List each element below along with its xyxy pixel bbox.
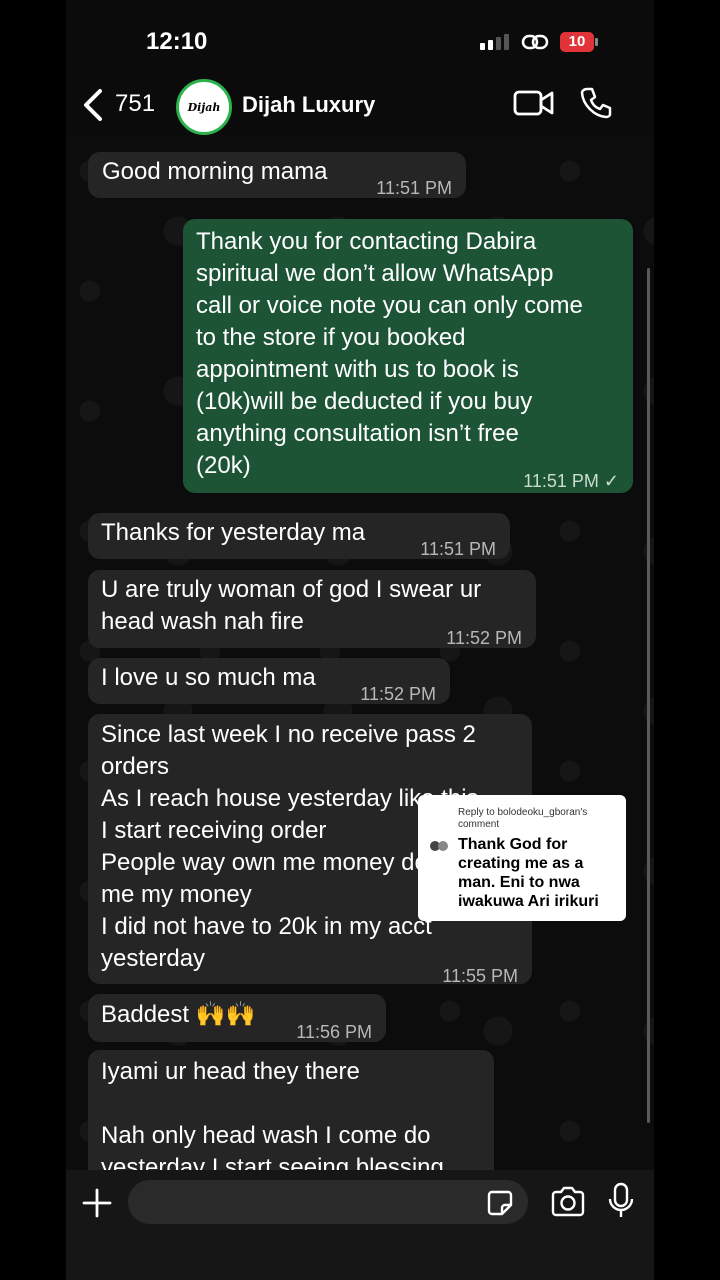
contact-name[interactable]: Dijah Luxury xyxy=(242,92,375,118)
message-bubble[interactable]: Good morning mama 11:51 PM xyxy=(88,152,466,198)
unread-count[interactable]: 751 xyxy=(115,90,155,118)
message-time: 11:51 PM xyxy=(420,539,496,559)
avatar-text: Dijah xyxy=(187,100,221,114)
message-text: I love u so much ma xyxy=(101,664,316,691)
chat-scrollbar[interactable] xyxy=(647,268,650,1123)
message-text: Iyami ur head they there Nah only head w… xyxy=(101,1058,444,1170)
message-input[interactable] xyxy=(128,1180,528,1224)
reply-comment-text: Thank God for creating me as a man. Eni … xyxy=(458,836,599,910)
link-icon xyxy=(521,34,549,50)
message-bubble[interactable]: U are truly woman of god I swear ur head… xyxy=(88,570,536,648)
video-call-icon[interactable] xyxy=(513,88,555,118)
camera-icon[interactable] xyxy=(550,1186,586,1218)
message-time: 11:56 PM xyxy=(296,1022,372,1042)
status-time: 12:10 xyxy=(146,28,208,55)
message-bubble[interactable]: Thanks for yesterday ma 11:51 PM xyxy=(88,513,510,559)
message-text: Baddest 🙌🙌 xyxy=(101,1001,256,1028)
message-time: 11:51 PM ✓ xyxy=(523,471,619,491)
message-text: U are truly woman of god I swear ur head… xyxy=(101,576,482,635)
message-bubble[interactable]: Thank you for contacting Dabira spiritua… xyxy=(183,219,633,493)
voice-call-icon[interactable] xyxy=(579,86,613,120)
reply-heading: Reply to bolodeoku_gboran's comment xyxy=(458,807,588,830)
message-time: 11:55 PM xyxy=(442,966,518,986)
message-time: 11:52 PM xyxy=(446,628,522,648)
message-bubble[interactable]: I love u so much ma 11:52 PM xyxy=(88,658,450,704)
phone-screen: 12:10 10 751 Dijah Dijah Luxury Good mor… xyxy=(66,0,654,1280)
battery-indicator: 10 xyxy=(560,32,598,52)
message-time: 11:52 PM xyxy=(360,684,436,704)
commenter-avatar xyxy=(428,837,450,855)
signal-icon xyxy=(480,34,509,50)
contact-avatar[interactable]: Dijah xyxy=(176,79,232,135)
message-text: Good morning mama xyxy=(102,158,328,185)
plus-icon[interactable] xyxy=(82,1188,112,1218)
message-bubble[interactable]: Baddest 🙌🙌 11:56 PM xyxy=(88,994,386,1042)
back-icon[interactable] xyxy=(80,88,106,122)
composer-bar xyxy=(66,1170,654,1280)
message-text: Thank you for contacting Dabira spiritua… xyxy=(196,228,583,479)
sticker-icon[interactable] xyxy=(486,1189,514,1217)
microphone-icon[interactable] xyxy=(608,1182,634,1220)
message-bubble[interactable]: Iyami ur head they there Nah only head w… xyxy=(88,1050,494,1170)
reply-comment-card[interactable]: Reply to bolodeoku_gboran's comment Than… xyxy=(418,795,626,921)
commenter-avatar-icon xyxy=(430,841,448,851)
message-text: Thanks for yesterday ma xyxy=(101,519,366,546)
message-time: 11:51 PM xyxy=(376,178,452,198)
